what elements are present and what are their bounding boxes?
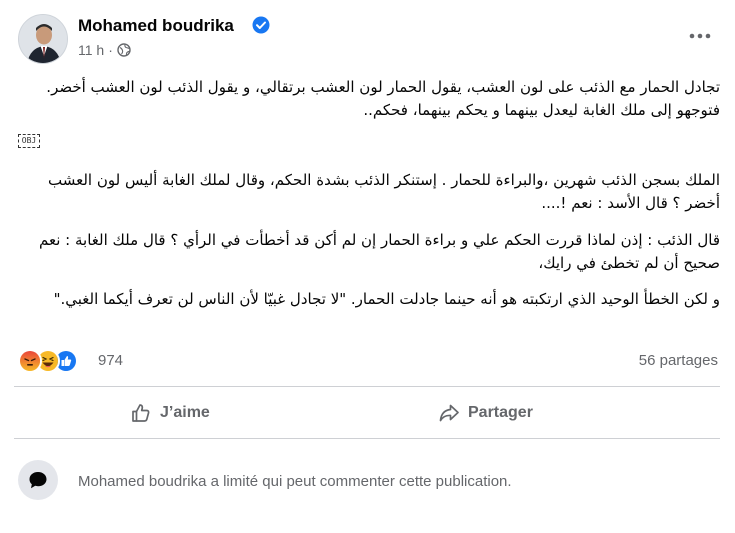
object-placeholder: OBJ [18, 134, 40, 148]
author-name[interactable]: Mohamed boudrika [78, 16, 234, 36]
post-paragraph-3: قال الذئب : إذن لماذا قررت الحكم علي و ب… [39, 231, 720, 272]
share-button[interactable]: Partager [438, 390, 533, 436]
post-header: Mohamed boudrika 11 h · [18, 8, 718, 66]
like-label: J’aime [160, 404, 210, 421]
reactions-row: 974 56 partages [18, 348, 718, 376]
post-card: Mohamed boudrika 11 h · تجادل الحمار مع … [0, 0, 735, 533]
divider-bottom [14, 438, 720, 439]
thumbs-up-icon [132, 404, 150, 422]
notice-icon-circle [18, 460, 58, 500]
share-arrow-icon [439, 404, 459, 422]
globe-icon[interactable] [117, 43, 131, 57]
meta-separator: · [108, 42, 113, 58]
post-paragraph-1: تجادل الحمار مع الذئب على لون العشب، يقو… [46, 78, 720, 119]
verified-badge-icon [252, 16, 270, 34]
reaction-icons[interactable] [18, 349, 98, 373]
avatar-photo [19, 15, 67, 63]
divider-top [14, 386, 720, 387]
post-paragraph-2: الملك بسجن الذئب شهرين ،والبراءة للحمار … [48, 171, 720, 212]
action-bar: J’aime Partager [14, 390, 720, 436]
author-avatar[interactable] [18, 14, 68, 64]
post-time[interactable]: 11 h [78, 42, 104, 58]
more-options-icon[interactable] [686, 22, 714, 50]
comment-notice-text: Mohamed boudrika a limité qui peut comme… [78, 473, 512, 490]
reaction-count[interactable]: 974 [98, 352, 123, 369]
like-button[interactable]: J’aime [130, 390, 210, 436]
comment-restriction-notice: Mohamed boudrika a limité qui peut comme… [18, 460, 718, 502]
shares-count[interactable]: 56 partages [639, 352, 718, 369]
share-label: Partager [468, 404, 533, 421]
post-paragraph-4: و لكن الخطأ الوحيد الذي ارتكبته هو أنه ح… [53, 290, 720, 308]
angry-reaction-icon [18, 349, 42, 373]
speech-bubble-icon [29, 472, 47, 489]
post-meta: 11 h · [78, 42, 131, 58]
